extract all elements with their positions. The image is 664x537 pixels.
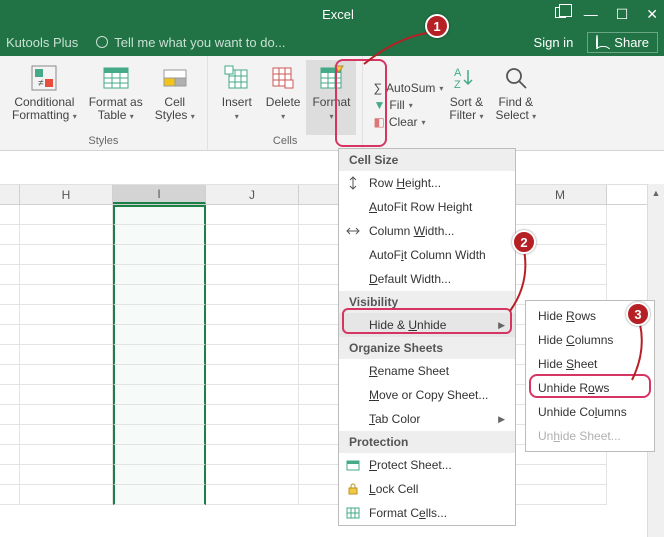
chevron-right-icon: ▶ (498, 414, 505, 425)
menu-hide-unhide[interactable]: Hide & Unhide ▶ (339, 313, 515, 337)
menu-row-height[interactable]: Row Height... (339, 171, 515, 195)
format-button[interactable]: Format▾ (306, 60, 356, 135)
format-as-table-button[interactable]: Format as Table ▾ (83, 60, 149, 135)
person-icon (596, 35, 598, 49)
format-dropdown-menu: Cell Size Row Height... AutoFit Row Heig… (338, 148, 516, 526)
menu-section-protection: Protection (339, 431, 515, 453)
scroll-up-icon[interactable]: ▲ (648, 184, 664, 201)
tab-kutools-plus[interactable]: Kutools Plus (6, 35, 78, 50)
annotation-callout-1: 1 (425, 14, 449, 38)
table-icon (100, 62, 132, 94)
lock-icon (345, 481, 361, 497)
conditional-formatting-icon: ≠ (28, 62, 60, 94)
submenu-unhide-rows[interactable]: Unhide Rows (526, 376, 654, 400)
col-header-H[interactable]: H (20, 185, 113, 204)
sort-filter-button[interactable]: AZ Sort & Filter ▾ (443, 60, 489, 150)
fill-button[interactable]: ▼Fill ▾ (373, 98, 443, 112)
submenu-unhide-columns[interactable]: Unhide Columns (526, 400, 654, 424)
chevron-down-icon: ▾ (235, 112, 239, 121)
chevron-down-icon: ▾ (73, 112, 77, 121)
clear-button[interactable]: ◧Clear ▾ (373, 115, 443, 129)
menu-move-copy-sheet[interactable]: Move or Copy Sheet... (339, 383, 515, 407)
group-label-cells: Cells (214, 135, 357, 150)
chevron-down-icon: ▾ (130, 112, 134, 121)
group-label-styles: Styles (6, 135, 201, 150)
share-label: Share (614, 35, 649, 50)
column-width-icon (345, 223, 361, 239)
ribbon: ≠ Conditional Formatting ▾ Format as Tab… (0, 56, 664, 151)
delete-button[interactable]: Delete▾ (260, 60, 307, 135)
menu-autofit-col[interactable]: AutoFit Column Width (339, 243, 515, 267)
insert-button[interactable]: Insert▾ (214, 60, 260, 135)
menu-autofit-row[interactable]: AutoFit Row Height (339, 195, 515, 219)
row-height-icon (345, 175, 361, 191)
column-headers[interactable]: H I J M (0, 185, 664, 205)
chevron-down-icon: ▾ (191, 112, 195, 121)
group-editing: ∑AutoSum ▾ ▼Fill ▾ ◧Clear ▾ AZ Sort & Fi… (363, 56, 548, 150)
annotation-callout-3: 3 (626, 302, 650, 326)
fill-down-icon: ▼ (373, 98, 385, 112)
sigma-icon: ∑ (373, 81, 382, 95)
format-cells-dialog-icon (345, 505, 361, 521)
tell-me-search[interactable]: Tell me what you want to do... (96, 35, 285, 50)
svg-text:A: A (454, 67, 462, 79)
cell-styles-icon (159, 62, 191, 94)
menu-lock-cell[interactable]: Lock Cell (339, 477, 515, 501)
find-select-button[interactable]: Find & Select ▾ (489, 60, 542, 150)
app-title: Excel (322, 7, 354, 22)
group-styles: ≠ Conditional Formatting ▾ Format as Tab… (0, 56, 208, 150)
ribbon-options-icon[interactable] (555, 5, 566, 22)
chevron-right-icon: ▶ (498, 320, 505, 331)
group-cells: Insert▾ Delete▾ Format▾ Cells (208, 56, 364, 150)
col-header-I[interactable]: I (113, 185, 206, 204)
menu-section-cell-size: Cell Size (339, 149, 515, 171)
submenu-unhide-sheet: Unhide Sheet... (526, 424, 654, 448)
cell-styles-button[interactable]: Cell Styles ▾ (149, 60, 201, 135)
menu-section-organize: Organize Sheets (339, 337, 515, 359)
menu-rename-sheet[interactable]: Rename Sheet (339, 359, 515, 383)
restore-icon[interactable]: ☐ (616, 6, 629, 23)
search-icon (500, 62, 532, 94)
close-icon[interactable]: ✕ (646, 6, 658, 23)
svg-text:≠: ≠ (38, 78, 44, 89)
title-bar: Excel — ☐ ✕ (0, 0, 664, 28)
eraser-icon: ◧ (373, 115, 384, 129)
tell-me-placeholder: Tell me what you want to do... (114, 35, 285, 50)
protect-sheet-icon (345, 457, 361, 473)
menu-tab-color[interactable]: Tab Color▶ (339, 407, 515, 431)
sort-filter-icon: AZ (450, 62, 482, 94)
submenu-hide-columns[interactable]: Hide Columns (526, 328, 654, 352)
chevron-down-icon: ▾ (329, 112, 333, 121)
menu-default-width[interactable]: Default Width... (339, 267, 515, 291)
menu-column-width[interactable]: Column Width... (339, 219, 515, 243)
svg-text:Z: Z (454, 79, 461, 91)
menu-section-visibility: Visibility (339, 291, 515, 313)
menu-protect-sheet[interactable]: Protect Sheet... (339, 453, 515, 477)
minimize-icon[interactable]: — (584, 6, 598, 23)
window-controls: — ☐ ✕ (555, 6, 658, 23)
col-header-M[interactable]: M (514, 185, 607, 204)
col-header-J[interactable]: J (206, 185, 299, 204)
delete-cells-icon (267, 62, 299, 94)
lightbulb-icon (96, 36, 108, 48)
insert-cells-icon (221, 62, 253, 94)
tab-bar: Kutools Plus Tell me what you want to do… (0, 28, 664, 56)
sign-in-link[interactable]: Sign in (534, 35, 574, 50)
annotation-callout-2: 2 (512, 230, 536, 254)
share-button[interactable]: Share (587, 32, 658, 53)
conditional-formatting-button[interactable]: ≠ Conditional Formatting ▾ (6, 60, 83, 135)
chevron-down-icon: ▾ (281, 112, 285, 121)
menu-format-cells[interactable]: Format Cells... (339, 501, 515, 525)
submenu-hide-sheet[interactable]: Hide Sheet (526, 352, 654, 376)
format-cells-icon (315, 62, 347, 94)
autosum-button[interactable]: ∑AutoSum ▾ (373, 81, 443, 95)
